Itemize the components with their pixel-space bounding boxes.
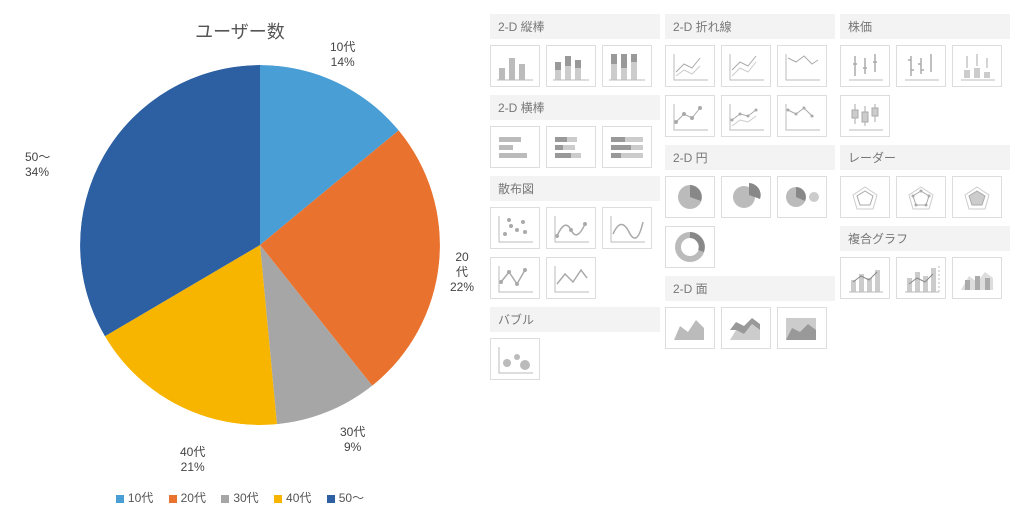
line-full-icon: [782, 50, 822, 82]
pie-of-pie-icon: [782, 181, 822, 213]
line-marker-icon: [670, 100, 710, 132]
area-stacked-icon: [726, 312, 766, 344]
line-stack-marker-icon: [726, 100, 766, 132]
chart-type-combo-1[interactable]: [840, 257, 890, 299]
chart-type-stacked-column[interactable]: [546, 45, 596, 87]
hbar-full-stacked-icon: [607, 131, 647, 163]
radar-icon: [845, 181, 885, 213]
chart-type-pie[interactable]: [665, 176, 715, 218]
chart-type-doughnut[interactable]: [665, 226, 715, 268]
chart-type-pie-of-pie[interactable]: [777, 176, 827, 218]
chart-type-pie-exploded[interactable]: [721, 176, 771, 218]
combo-3-icon: [957, 262, 997, 294]
chart-type-stock-ohlc[interactable]: [896, 45, 946, 87]
bubble-icon: [495, 343, 535, 375]
chart-type-stacked-bar[interactable]: [546, 126, 596, 168]
section-header-stock: 株価: [840, 14, 1010, 39]
chart-type-radar-markers[interactable]: [896, 176, 946, 218]
section-header-radar: レーダー: [840, 145, 1010, 170]
pie-exploded-icon: [726, 181, 766, 213]
chart-type-scatter[interactable]: [490, 207, 540, 249]
section-header-line2d: 2-D 折れ線: [665, 14, 835, 39]
chart-type-line-markers[interactable]: [665, 95, 715, 137]
chart-type-line[interactable]: [665, 45, 715, 87]
scatter-plain-line-icon: [551, 262, 591, 294]
section-header-hbar2d: 2-D 横棒: [490, 95, 660, 120]
chart-type-stacked-area[interactable]: [721, 307, 771, 349]
chart-type-stacked-line[interactable]: [721, 45, 771, 87]
chart-type-100-stacked-column[interactable]: [602, 45, 652, 87]
chart-type-picker: 2-D 縦棒 2-D 横棒 散布図 バブル 2-D 折れ線: [490, 10, 1015, 388]
pie-legend: 10代 20代 30代 40代 50～: [0, 489, 480, 506]
pie-chart: 10代14% 20代22% 30代9% 40代21% 50～34%: [60, 55, 460, 455]
chart-type-stock-vhlc[interactable]: [952, 45, 1002, 87]
chart-type-area[interactable]: [665, 307, 715, 349]
area-full-icon: [782, 312, 822, 344]
pie-icon: [670, 181, 710, 213]
chart-type-combo-2[interactable]: [896, 257, 946, 299]
radar-filled-icon: [957, 181, 997, 213]
chart-type-100-stacked-bar[interactable]: [602, 126, 652, 168]
chart-type-100-stacked-area[interactable]: [777, 307, 827, 349]
combo-2-icon: [901, 262, 941, 294]
chart-type-100-stacked-line-markers[interactable]: [777, 95, 827, 137]
chart-type-radar-filled[interactable]: [952, 176, 1002, 218]
chart-type-stock-vohlc[interactable]: [840, 95, 890, 137]
section-header-bubble: バブル: [490, 307, 660, 332]
chart-type-stacked-line-markers[interactable]: [721, 95, 771, 137]
line-icon: [670, 50, 710, 82]
stock-candle-icon: [845, 100, 885, 132]
chart-type-bubble[interactable]: [490, 338, 540, 380]
doughnut-icon: [670, 231, 710, 263]
picker-col-1: 2-D 縦棒 2-D 横棒 散布図 バブル: [490, 10, 660, 388]
stock-icon: [845, 50, 885, 82]
chart-type-radar[interactable]: [840, 176, 890, 218]
chart-type-scatter-lines-nomarker[interactable]: [546, 257, 596, 299]
stock-ohlc-icon: [901, 50, 941, 82]
picker-col-3: 株価 レーダー 複合グラフ: [840, 10, 1010, 307]
chart-type-scatter-smooth[interactable]: [546, 207, 596, 249]
chart-type-100-stacked-line[interactable]: [777, 45, 827, 87]
slice-label-50plus: 50～34%: [25, 150, 50, 180]
full-stacked-bar-icon: [607, 50, 647, 82]
chart-title: ユーザー数: [0, 18, 480, 44]
chart-type-scatter-lines[interactable]: [490, 257, 540, 299]
scatter-icon: [495, 212, 535, 244]
slice-label-40s: 40代21%: [180, 445, 205, 475]
scatter-smooth-icon: [551, 212, 591, 244]
pie-svg: [80, 65, 440, 425]
slice-label-10s: 10代14%: [330, 40, 355, 70]
line-stacked-icon: [726, 50, 766, 82]
pie-chart-panel: ユーザー数 10代14% 20代22% 30代9% 40代21% 50～34% …: [0, 0, 480, 531]
hbar-stacked-icon: [551, 131, 591, 163]
section-header-pie2d: 2-D 円: [665, 145, 835, 170]
section-header-scatter: 散布図: [490, 176, 660, 201]
slice-label-20s: 20代22%: [450, 250, 474, 295]
section-header-combo: 複合グラフ: [840, 226, 1010, 251]
scatter-curve-icon: [607, 212, 647, 244]
bar-chart-icon: [495, 50, 535, 82]
chart-type-clustered-column[interactable]: [490, 45, 540, 87]
hbar-icon: [495, 131, 535, 163]
combo-icon: [845, 262, 885, 294]
picker-col-2: 2-D 折れ線 2-D 円 2-D 面: [665, 10, 835, 357]
stacked-bar-icon: [551, 50, 591, 82]
radar-marker-icon: [901, 181, 941, 213]
section-header-area2d: 2-D 面: [665, 276, 835, 301]
chart-type-combo-3[interactable]: [952, 257, 1002, 299]
scatter-line-icon: [495, 262, 535, 294]
area-icon: [670, 312, 710, 344]
chart-type-scatter-smooth-nomarker[interactable]: [602, 207, 652, 249]
section-header-bar2d: 2-D 縦棒: [490, 14, 660, 39]
chart-type-clustered-bar[interactable]: [490, 126, 540, 168]
stock-vol-icon: [957, 50, 997, 82]
slice-label-30s: 30代9%: [340, 425, 365, 455]
chart-type-stock-hlc[interactable]: [840, 45, 890, 87]
line-full-marker-icon: [782, 100, 822, 132]
